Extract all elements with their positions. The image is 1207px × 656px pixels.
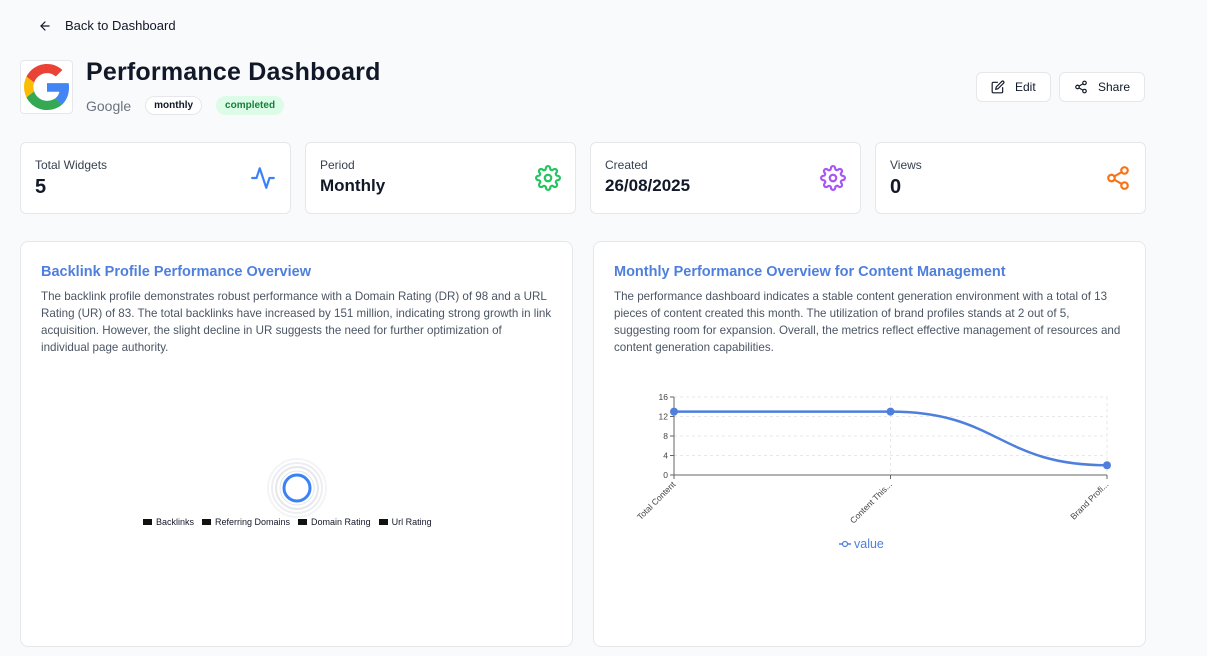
back-to-dashboard-link[interactable]: Back to Dashboard <box>38 18 176 33</box>
back-label: Back to Dashboard <box>65 18 176 33</box>
y-tick-label: 8 <box>663 431 668 441</box>
stat-value: 0 <box>890 176 902 198</box>
stat-card-views: Views 0 <box>875 142 1146 214</box>
share-icon <box>1107 166 1129 190</box>
activity-icon <box>251 167 275 189</box>
edit-icon <box>991 80 1005 94</box>
y-tick-label: 4 <box>663 451 668 461</box>
arrow-left-icon <box>40 20 50 31</box>
status-badge: completed <box>216 96 285 115</box>
x-tick-label: Total Content <box>635 479 678 522</box>
brand-name: Google <box>86 97 132 114</box>
chart-legend: Backlinks Referring Domains Domain Ratin… <box>143 517 432 527</box>
data-point <box>886 407 895 416</box>
share-label: Share <box>1098 80 1131 94</box>
line-chart: 0 4 8 12 16 Total Content Content This... Brand… <box>635 392 1111 551</box>
edit-label: Edit <box>1015 80 1036 94</box>
widget-title: Backlink Profile Performance Overview <box>41 264 311 280</box>
legend-item: Backlinks <box>143 517 194 527</box>
legend-item: Url Rating <box>378 517 432 527</box>
page-title: Performance Dashboard <box>86 58 381 86</box>
stat-label: Total Widgets <box>35 158 108 172</box>
y-tick-label: 0 <box>663 470 668 480</box>
x-tick-label: Brand Profi... <box>1068 479 1110 521</box>
stat-value: 26/08/2025 <box>605 176 691 195</box>
frequency-badge: monthly <box>145 96 203 115</box>
stat-card-period: Period Monthly <box>305 142 576 214</box>
gear-icon <box>535 165 561 191</box>
stat-label: Created <box>605 158 648 172</box>
google-logo <box>20 60 73 114</box>
stat-card-created: Created 26/08/2025 <box>590 142 861 214</box>
widget-description: The backlink profile demonstrates robust… <box>41 290 552 354</box>
y-tick-label: 16 <box>659 392 669 402</box>
data-point <box>1103 461 1111 470</box>
legend-label: value <box>854 537 884 551</box>
stat-label: Period <box>320 158 355 172</box>
stat-card-total-widgets: Total Widgets 5 <box>20 142 291 214</box>
legend-item: Referring Domains <box>202 517 290 527</box>
stat-value: Monthly <box>320 176 386 195</box>
share-button[interactable]: Share <box>1059 72 1146 102</box>
header-meta: Google monthly completed <box>86 96 285 115</box>
legend-item: Domain Rating <box>298 517 371 527</box>
gear-icon <box>820 165 846 191</box>
widget-card-backlinks: Backlink Profile Performance Overview Th… <box>20 241 573 647</box>
x-tick-label: Content This... <box>848 479 894 525</box>
edit-button[interactable]: Edit <box>976 72 1051 102</box>
stat-value: 5 <box>35 176 47 198</box>
google-logo-icon <box>23 64 69 110</box>
share-icon <box>1075 80 1087 94</box>
y-tick-label: 12 <box>659 412 669 422</box>
widget-card-content: Monthly Performance Overview for Content… <box>593 241 1146 647</box>
stat-label: Views <box>890 158 922 172</box>
loading-spinner-icon <box>267 458 327 518</box>
legend-marker <box>841 540 849 548</box>
data-point <box>670 407 678 416</box>
